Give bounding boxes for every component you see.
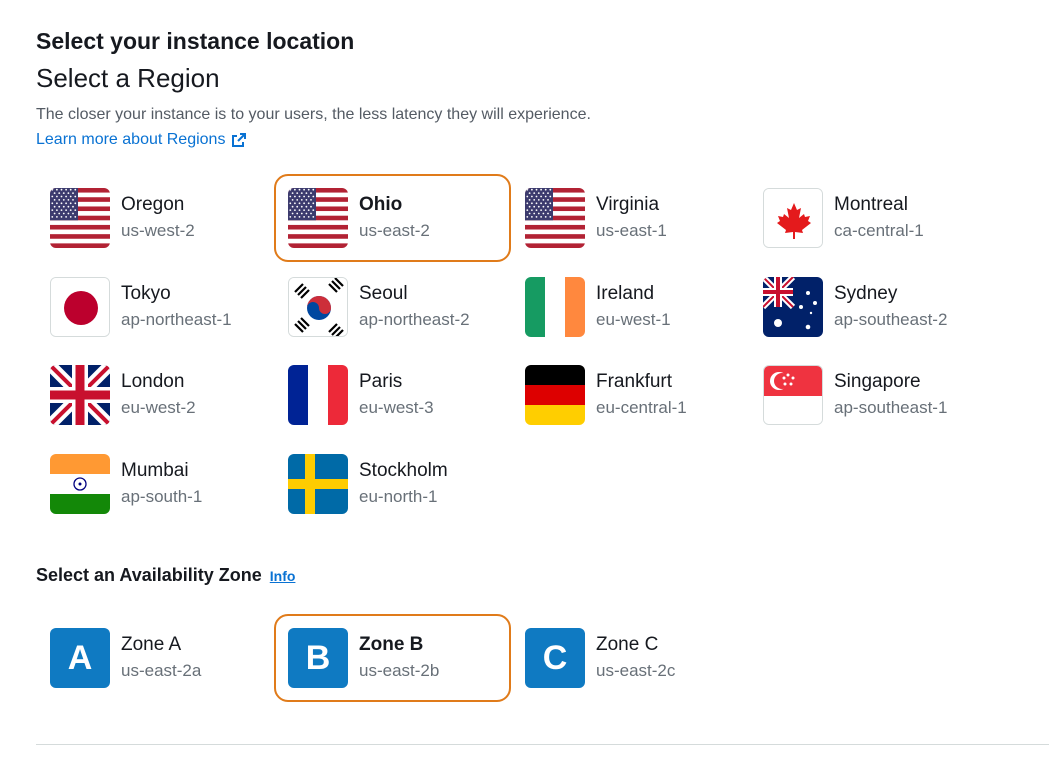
region-name: Seoul [359, 283, 408, 304]
availability-zone-title: Select an Availability Zone [36, 565, 262, 585]
region-code: eu-west-3 [359, 398, 434, 417]
region-name: Mumbai [121, 460, 189, 481]
learn-more-label: Learn more about Regions [36, 131, 226, 148]
region-code: ap-northeast-1 [121, 310, 232, 329]
region-name: Tokyo [121, 283, 171, 304]
zone-name: Zone B [359, 634, 424, 655]
region-tile-seoul[interactable]: Seoul ap-northeast-2 [274, 263, 511, 351]
region-name: Ireland [596, 283, 655, 304]
region-tile-virginia[interactable]: Virginia us-east-1 [511, 174, 748, 262]
zone-tile-b[interactable]: B Zone B us-east-2b [274, 614, 511, 702]
region-name: Virginia [596, 194, 660, 215]
region-code: eu-west-2 [121, 398, 196, 417]
zone-code: us-east-2c [596, 661, 676, 680]
page-title: Select your instance location [36, 28, 355, 54]
section-divider [36, 744, 1049, 745]
region-tile-oregon[interactable]: Oregon us-west-2 [36, 174, 273, 262]
region-tile-tokyo[interactable]: Tokyo ap-northeast-1 [36, 263, 273, 351]
korea-flag-icon [288, 277, 348, 337]
zone-code: us-east-2b [359, 661, 440, 680]
region-name: Sydney [834, 283, 898, 304]
zone-tile-a[interactable]: A Zone A us-east-2a [36, 614, 273, 702]
zone-c-icon: C [525, 628, 585, 688]
region-code: us-east-2 [359, 221, 430, 240]
region-code: ap-south-1 [121, 487, 203, 506]
info-link[interactable]: Info [270, 568, 296, 584]
region-tile-paris[interactable]: Paris eu-west-3 [274, 351, 511, 439]
region-code: ap-southeast-2 [834, 310, 948, 329]
india-flag-icon [50, 454, 110, 514]
germany-flag-icon [525, 365, 585, 425]
zone-name: Zone A [121, 634, 182, 655]
region-name: Oregon [121, 194, 185, 215]
region-code: ap-southeast-1 [834, 398, 948, 417]
region-name: Singapore [834, 371, 921, 392]
region-code: us-east-1 [596, 221, 667, 240]
region-code: eu-west-1 [596, 310, 671, 329]
zone-a-icon: A [50, 628, 110, 688]
region-name: London [121, 371, 185, 392]
zone-code: us-east-2a [121, 661, 202, 680]
region-code: eu-north-1 [359, 487, 438, 506]
region-name: Paris [359, 371, 403, 392]
region-code: ap-northeast-2 [359, 310, 470, 329]
us-flag-icon [525, 188, 585, 248]
region-name: Frankfurt [596, 371, 673, 392]
region-tile-ohio[interactable]: Ohio us-east-2 [274, 174, 511, 262]
canada-flag-icon [763, 188, 823, 248]
external-link-icon [232, 133, 247, 147]
region-name: Ohio [359, 194, 403, 215]
us-flag-icon [50, 188, 110, 248]
region-tile-frankfurt[interactable]: Frankfurt eu-central-1 [511, 351, 748, 439]
australia-flag-icon [763, 277, 823, 337]
us-flag-icon [288, 188, 348, 248]
region-tile-mumbai[interactable]: Mumbai ap-south-1 [36, 440, 273, 528]
zone-name: Zone C [596, 634, 659, 655]
region-code: ca-central-1 [834, 221, 924, 240]
region-tile-singapore[interactable]: Singapore ap-southeast-1 [749, 351, 986, 439]
region-tile-montreal[interactable]: Montreal ca-central-1 [749, 174, 986, 262]
region-description: The closer your instance is to your user… [36, 106, 591, 123]
region-code: us-west-2 [121, 221, 195, 240]
learn-more-regions-link[interactable]: Learn more about Regions [36, 131, 247, 149]
sweden-flag-icon [288, 454, 348, 514]
region-tile-ireland[interactable]: Ireland eu-west-1 [511, 263, 748, 351]
region-heading: Select a Region [36, 63, 220, 93]
zone-tile-c[interactable]: C Zone C us-east-2c [511, 614, 748, 702]
ireland-flag-icon [525, 277, 585, 337]
region-tile-stockholm[interactable]: Stockholm eu-north-1 [274, 440, 511, 528]
region-name: Stockholm [359, 460, 448, 481]
region-code: eu-central-1 [596, 398, 687, 417]
uk-flag-icon [50, 365, 110, 425]
france-flag-icon [288, 365, 348, 425]
zone-b-icon: B [288, 628, 348, 688]
region-tile-sydney[interactable]: Sydney ap-southeast-2 [749, 263, 986, 351]
singapore-flag-icon [763, 365, 823, 425]
region-tile-london[interactable]: London eu-west-2 [36, 351, 273, 439]
japan-flag-icon [50, 277, 110, 337]
availability-zone-heading: Select an Availability Zone Info [36, 565, 295, 586]
region-name: Montreal [834, 194, 908, 215]
